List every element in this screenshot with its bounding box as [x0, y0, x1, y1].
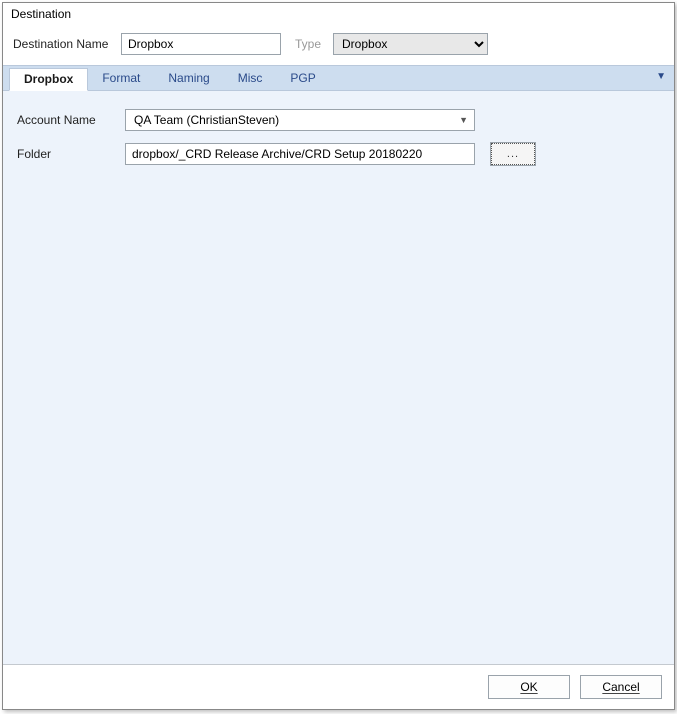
- tab-format[interactable]: Format: [88, 66, 154, 90]
- window-title: Destination: [3, 3, 674, 27]
- dialog-footer: OK Cancel: [3, 665, 674, 709]
- chevron-down-icon: ▼: [459, 115, 468, 125]
- account-name-combo[interactable]: QA Team (ChristianSteven) ▼: [125, 109, 475, 131]
- account-name-value: QA Team (ChristianSteven): [134, 113, 279, 127]
- cancel-button[interactable]: Cancel: [580, 675, 662, 699]
- account-name-label: Account Name: [17, 113, 117, 127]
- destination-name-label: Destination Name: [13, 37, 113, 51]
- folder-row: Folder ...: [17, 143, 660, 165]
- ok-button[interactable]: OK: [488, 675, 570, 699]
- type-label: Type: [295, 37, 321, 51]
- tabstrip-expand-icon[interactable]: ▼: [648, 66, 674, 90]
- tab-misc[interactable]: Misc: [224, 66, 277, 90]
- destination-name-input[interactable]: [121, 33, 281, 55]
- browse-button[interactable]: ...: [491, 143, 535, 165]
- folder-input[interactable]: [125, 143, 475, 165]
- folder-label: Folder: [17, 147, 117, 161]
- tabstrip: Dropbox Format Naming Misc PGP ▼: [3, 65, 674, 91]
- type-select[interactable]: Dropbox: [333, 33, 488, 55]
- header-row: Destination Name Type Dropbox: [3, 27, 674, 65]
- tab-dropbox[interactable]: Dropbox: [9, 68, 88, 91]
- tab-pgp[interactable]: PGP: [276, 66, 329, 90]
- tab-naming[interactable]: Naming: [154, 66, 223, 90]
- tab-panel-dropbox: Account Name QA Team (ChristianSteven) ▼…: [3, 91, 674, 665]
- account-row: Account Name QA Team (ChristianSteven) ▼: [17, 109, 660, 131]
- destination-dialog: Destination Destination Name Type Dropbo…: [2, 2, 675, 710]
